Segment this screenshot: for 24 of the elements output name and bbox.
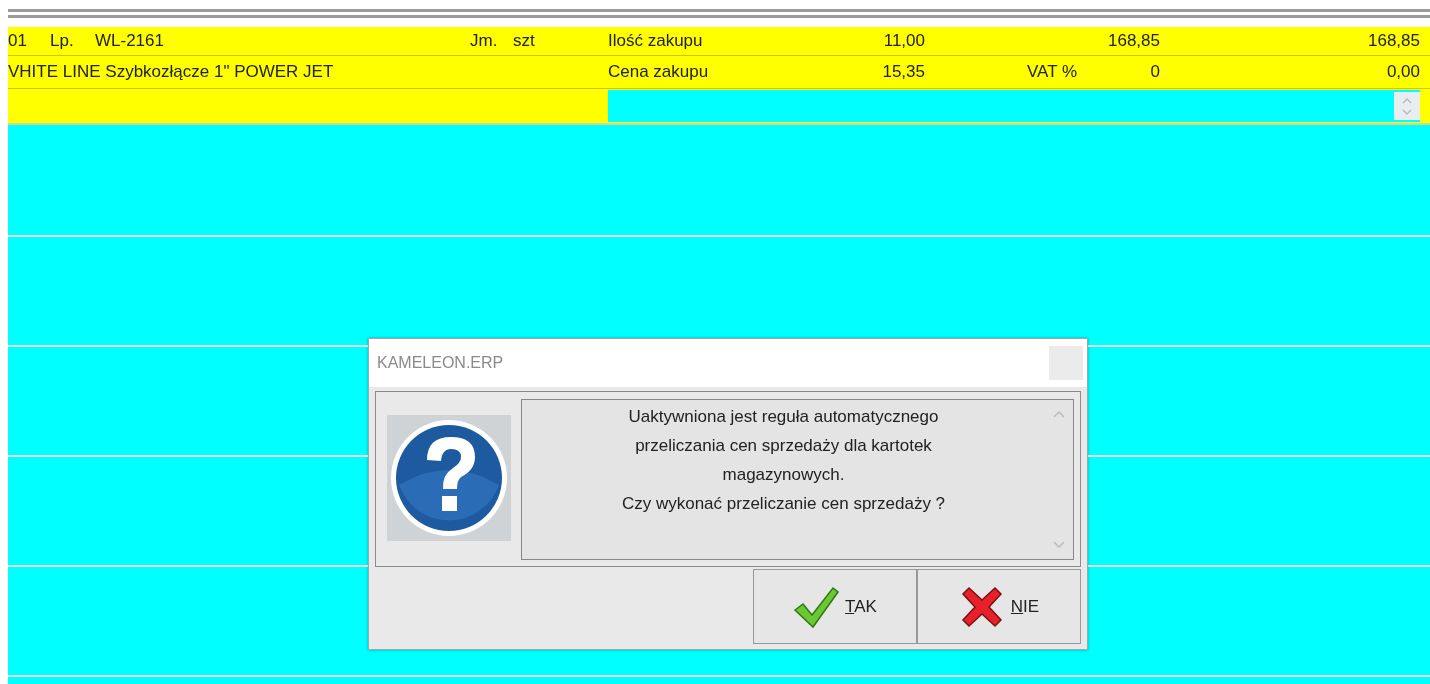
amount-value: 168,85: [1367, 31, 1420, 51]
field-label: Ilość zakupu: [608, 31, 704, 51]
vat-value: 0: [1150, 62, 1160, 82]
row-number: 01: [8, 31, 28, 51]
field-label: VAT %: [1027, 62, 1078, 82]
quantity-value: 11,00: [882, 31, 925, 51]
spin-icon[interactable]: [1394, 92, 1420, 120]
field-label: Jm.: [470, 31, 499, 51]
amount-value: 0,00: [1385, 62, 1420, 82]
window-title: KAMELEON.ERP: [377, 354, 504, 372]
scroll-down-icon[interactable]: [1053, 541, 1065, 549]
unit-value: szt: [513, 31, 536, 51]
amount-value: 168,85: [1107, 31, 1160, 51]
question-icon: [387, 415, 511, 541]
price-value: 15,35: [881, 62, 925, 82]
input-field[interactable]: [608, 90, 1420, 122]
field-label: Lp.: [50, 31, 75, 51]
item-code: WL-2161: [95, 31, 165, 51]
scroll-up-icon[interactable]: [1053, 410, 1065, 418]
no-button[interactable]: NIE: [917, 569, 1081, 644]
message-text: Uaktywniona jest reguła automatycznego przeliczania cen sprzedaży dla kartotek magazynowych. Czy wykonać przeliczanie cen sprzedaży ?: [620, 406, 947, 515]
item-name: VHITE LINE Szybkozłącze 1" POWER JET: [8, 62, 335, 82]
yes-button[interactable]: TAK: [753, 569, 917, 644]
field-label: Cena zakupu: [608, 62, 710, 82]
